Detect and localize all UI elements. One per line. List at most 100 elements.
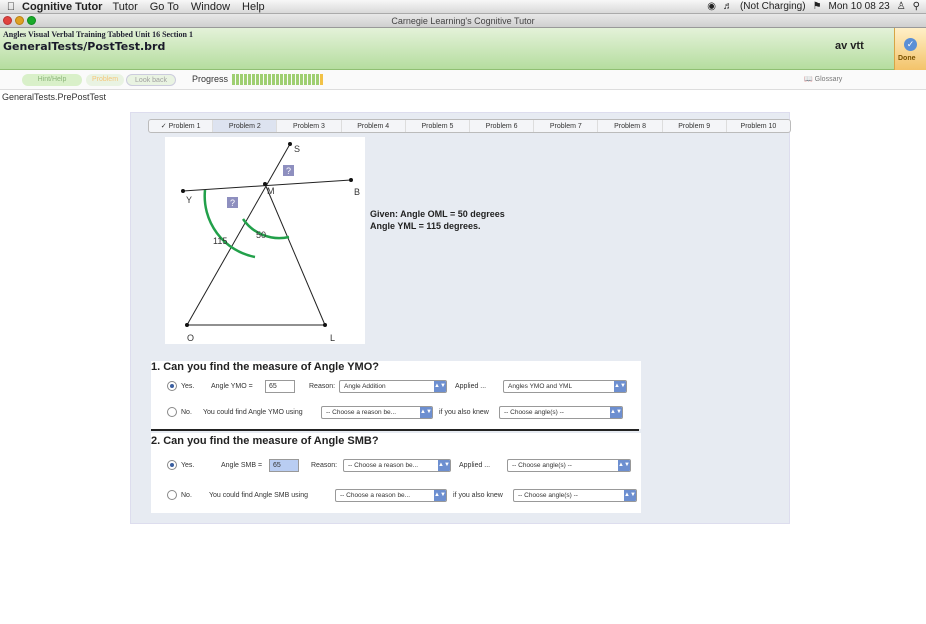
app-window:  Cognitive Tutor Tutor Go To Window Hel…: [0, 0, 926, 624]
menu-goto[interactable]: Go To: [150, 1, 179, 13]
q2-yes-label: Yes.: [181, 461, 195, 469]
label-y: Y: [186, 195, 192, 205]
question-1-title: 1. Can you find the measure of Angle YMO…: [151, 361, 379, 373]
dropdown-arrows-icon: ▲▼: [434, 380, 446, 392]
q1-yes-label: Yes.: [181, 382, 195, 390]
checkmark-icon: ✓: [160, 123, 167, 130]
progress-label: Progress: [192, 74, 229, 84]
tab-problem-4[interactable]: Problem 4: [342, 120, 406, 132]
q1-angle-input[interactable]: 65: [265, 379, 295, 393]
question-divider: [151, 429, 639, 431]
tutor-header: Angles Visual Verbal Training Tabbed Uni…: [0, 28, 926, 70]
look-back-button[interactable]: Look back: [126, 74, 176, 86]
q1-no-reason-select[interactable]: -- Choose a reason be... ▲▼: [321, 405, 433, 419]
volume-icon[interactable]: ♬: [723, 1, 733, 12]
unknown-smb-icon: ?: [286, 166, 291, 176]
done-label: Done: [898, 55, 916, 62]
menu-window[interactable]: Window: [191, 1, 230, 13]
q1-no-label: No.: [181, 408, 192, 416]
question-2: 2. Can you find the measure of Angle SMB…: [151, 433, 641, 513]
q1-no-row: No. You could find Angle YMO using -- Ch…: [151, 404, 623, 420]
unit-label: Angles Visual Verbal Training Tabbed Uni…: [3, 30, 193, 39]
q2-no-text: You could find Angle SMB using: [209, 491, 308, 499]
q2-yes-radio[interactable]: [167, 460, 177, 470]
angle-50-label: 50: [256, 230, 266, 240]
q2-no-row: No. You could find Angle SMB using -- Ch…: [151, 487, 637, 503]
q2-angle-label: Angle SMB =: [221, 461, 263, 469]
app-name-menu[interactable]: Cognitive Tutor: [22, 1, 102, 13]
q2-no-angles-select[interactable]: -- Choose angle(s) -- ▲▼: [513, 488, 637, 502]
q1-no-radio[interactable]: [167, 407, 177, 417]
problem-file-title: GeneralTests/PostTest.brd: [3, 40, 166, 53]
q2-no-label: No.: [181, 491, 192, 499]
tab-problem-9[interactable]: Problem 9: [663, 120, 727, 132]
clock[interactable]: Mon 10 08 23: [829, 1, 890, 12]
question-1: 1. Can you find the measure of Angle YMO…: [151, 361, 641, 429]
question-2-title: 2. Can you find the measure of Angle SMB…: [151, 435, 379, 447]
battery-status[interactable]: (Not Charging): [740, 1, 806, 12]
zoom-window-icon[interactable]: [27, 16, 36, 25]
q1-yes-radio[interactable]: [167, 381, 177, 391]
q1-applied-label: Applied ...: [455, 382, 487, 390]
dropdown-arrows-icon: ▲▼: [434, 489, 446, 501]
q2-angle-input[interactable]: 65: [269, 458, 299, 472]
tab-problem-1[interactable]: ✓ Problem 1: [149, 120, 214, 132]
done-button[interactable]: ✓ Done: [894, 28, 926, 70]
q1-reason-select[interactable]: Angle Addition ▲▼: [339, 379, 447, 393]
menu-tutor[interactable]: Tutor: [112, 1, 137, 13]
q1-yes-row: Yes. Angle YMO = 65 Reason: Angle Additi…: [151, 378, 627, 394]
q2-reason-select[interactable]: -- Choose a reason be... ▲▼: [343, 458, 451, 472]
problem-button[interactable]: Problem: [86, 74, 124, 86]
spotlight-icon[interactable]: ⚲: [913, 1, 920, 12]
tab-problem-2[interactable]: Problem 2: [213, 120, 278, 132]
q2-applied-select[interactable]: -- Choose angle(s) -- ▲▼: [507, 458, 631, 472]
tab-problem-5[interactable]: Problem 5: [406, 120, 471, 132]
given-text: Given: Angle OML = 50 degrees Angle YML …: [370, 208, 505, 232]
tab-problem-6[interactable]: Problem 6: [470, 120, 535, 132]
flag-icon[interactable]: ⚑: [813, 1, 822, 12]
dropdown-arrows-icon: ▲▼: [420, 406, 432, 418]
dropdown-arrows-icon: ▲▼: [614, 380, 626, 392]
label-s: S: [294, 144, 300, 154]
user-icon[interactable]: ♙: [897, 1, 906, 12]
q1-reason-label: Reason:: [309, 382, 336, 390]
close-window-icon[interactable]: [3, 16, 12, 25]
tab-problem-3[interactable]: Problem 3: [277, 120, 342, 132]
minimize-window-icon[interactable]: [15, 16, 24, 25]
dropdown-arrows-icon: ▲▼: [610, 406, 622, 418]
geometry-figure: ? ? S M B Y O L 115 50: [165, 137, 365, 344]
apple-menu-icon[interactable]: : [0, 1, 22, 13]
window-titlebar: Carnegie Learning's Cognitive Tutor: [0, 14, 926, 28]
dropdown-arrows-icon: ▲▼: [438, 459, 450, 471]
tab-problem-10[interactable]: Problem 10: [727, 120, 790, 132]
label-l: L: [330, 333, 335, 343]
q1-no-angles-select[interactable]: -- Choose angle(s) -- ▲▼: [499, 405, 623, 419]
tab-problem-7[interactable]: Problem 7: [534, 120, 599, 132]
q2-applied-label: Applied ...: [459, 461, 491, 469]
given-line-2: Angle YML = 115 degrees.: [370, 221, 481, 231]
glossary-button[interactable]: 📖 Glossary: [804, 75, 842, 83]
angle-115-label: 115: [213, 236, 227, 246]
status-area: ◉ ♬ (Not Charging) ⚑ Mon 10 08 23 ♙ ⚲: [707, 1, 926, 12]
given-line-1: Given: Angle OML = 50 degrees: [370, 209, 505, 219]
tutor-toolbar: Hint/Help Problem Look back Progress 📖 G…: [0, 70, 926, 90]
menubar:  Cognitive Tutor Tutor Go To Window Hel…: [0, 0, 926, 14]
window-title: Carnegie Learning's Cognitive Tutor: [391, 16, 535, 26]
q1-knew-label: if you also knew: [439, 408, 489, 416]
label-o: O: [187, 333, 194, 343]
q1-no-text: You could find Angle YMO using: [203, 408, 303, 416]
breadcrumb: GeneralTests.PrePostTest: [2, 92, 107, 102]
done-check-icon: ✓: [904, 38, 917, 51]
menu-help[interactable]: Help: [242, 1, 265, 13]
glossary-label: Glossary: [814, 76, 843, 83]
user-name: av vtt: [835, 40, 864, 52]
problem-tabs: ✓ Problem 1 Problem 2 Problem 3 Problem …: [148, 119, 791, 133]
q2-knew-label: if you also knew: [453, 491, 503, 499]
hint-button[interactable]: Hint/Help: [22, 74, 82, 86]
wifi-icon[interactable]: ◉: [707, 1, 716, 12]
label-b: B: [354, 187, 360, 197]
q2-no-radio[interactable]: [167, 490, 177, 500]
tab-problem-8[interactable]: Problem 8: [598, 120, 663, 132]
q1-applied-select[interactable]: Angles YMO and YML ▲▼: [503, 379, 627, 393]
q2-no-reason-select[interactable]: -- Choose a reason be... ▲▼: [335, 488, 447, 502]
